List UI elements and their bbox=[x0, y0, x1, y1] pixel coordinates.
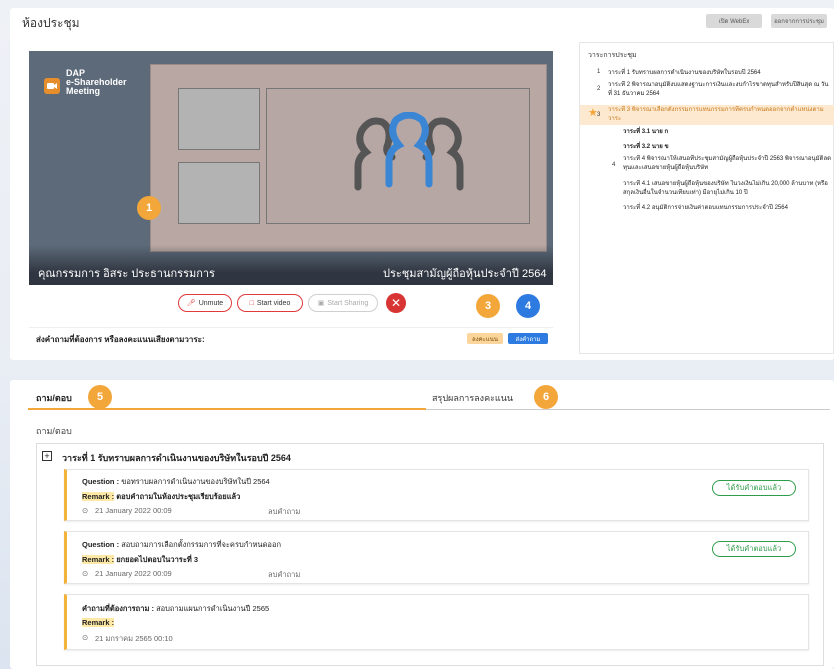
agenda-item-4[interactable]: วาระที่ 4 พิจารณาให้เสนอที่ประชุมสามัญผู… bbox=[623, 155, 831, 173]
open-webex-button[interactable]: เปิด WebEx bbox=[706, 14, 762, 28]
unmute-label: Unmute bbox=[198, 299, 224, 307]
remark-text: ตอบคำถามในห้องประชุมเรียบร้อยแล้ว bbox=[116, 492, 241, 501]
question-text: ขอทราบผลการดำเนินงานของบริษัทในปี 2564 bbox=[121, 477, 270, 486]
remark-line: Remark : ตอบคำถามในห้องประชุมเรียบร้อยแล… bbox=[82, 491, 240, 503]
section-label: ถาม/ตอบ bbox=[36, 426, 72, 436]
participant-tile bbox=[178, 162, 260, 224]
agenda-item-3-1[interactable]: วาระที่ 3.1 นาย ก bbox=[623, 128, 823, 137]
callout-badge-5: 5 bbox=[88, 385, 112, 409]
start-sharing-button[interactable]: ▣ Start Sharing bbox=[308, 294, 378, 312]
question-time: 21 January 2022 00:09 bbox=[95, 506, 172, 515]
tab-qa-underline bbox=[28, 408, 426, 410]
page-title: ห้องประชุม bbox=[22, 16, 80, 30]
remark-text: ยกยอดไปตอบในวาระที่ 3 bbox=[116, 555, 199, 564]
callout-badge-1: 1 bbox=[137, 196, 161, 220]
dap-logo-icon bbox=[44, 78, 60, 94]
remark-line: Remark : ยกยอดไปตอบในวาระที่ 3 bbox=[82, 554, 198, 566]
agenda-item-4-2[interactable]: วาระที่ 4.2 อนุมัติการจ่ายเงินค่าตอบแทนก… bbox=[623, 204, 831, 213]
share-screen-icon: ▣ bbox=[317, 300, 325, 307]
start-video-label: Start video bbox=[256, 299, 291, 307]
agenda-item-number: 3 bbox=[597, 112, 601, 118]
vote-button[interactable]: ลงคะแนน bbox=[467, 333, 503, 344]
tab-divider bbox=[426, 409, 830, 410]
question-label: คำถามที่ต้องการถาม : bbox=[82, 604, 154, 613]
unmute-button[interactable]: 🎤︎ Unmute bbox=[178, 294, 232, 312]
delete-question-link[interactable]: ลบคำถาม bbox=[268, 506, 300, 518]
question-line: Question : สอบถามการเลือกตั้งกรรมการที่จ… bbox=[82, 539, 281, 551]
clock-icon: ⊙ bbox=[82, 633, 89, 642]
callout-badge-3: 3 bbox=[476, 294, 500, 318]
start-sharing-label: Start Sharing bbox=[327, 299, 369, 307]
question-text: สอบถามแผนการดำเนินงานปี 2565 bbox=[156, 604, 270, 613]
agenda-item-4-1[interactable]: วาระที่ 4.1 เสนอขายหุ้นผู้ถือหุ้นของบริษ… bbox=[623, 180, 831, 198]
callout-badge-4: 4 bbox=[516, 294, 540, 318]
tab-qa[interactable]: ถาม/ตอบ bbox=[36, 391, 72, 405]
agenda-item-3[interactable]: วาระที่ 3 พิจารณาเลือกตั้งกรรมการแทนกรรม… bbox=[608, 106, 832, 124]
agenda-item-3-2[interactable]: วาระที่ 3.2 นาย ข bbox=[623, 143, 823, 152]
video-off-icon: □ bbox=[249, 299, 254, 307]
agenda-item-number: 2 bbox=[597, 86, 601, 92]
clock-icon: ⊙ bbox=[82, 569, 89, 578]
question-label: Question : bbox=[82, 477, 120, 486]
leave-meeting-button[interactable]: ออกจากการประชุม bbox=[771, 14, 827, 28]
mic-off-icon: 🎤︎ bbox=[186, 300, 196, 307]
speaker-caption: คุณกรรมการ อิสระ ประธานกรรมการ bbox=[38, 268, 215, 280]
remark-label: Remark : bbox=[82, 492, 115, 501]
participants-icon bbox=[344, 111, 474, 197]
question-line: Question : ขอทราบผลการดำเนินงานของบริษัท… bbox=[82, 476, 270, 488]
answered-status-badge: ได้รับคำตอบแล้ว bbox=[712, 541, 796, 557]
callout-badge-6: 6 bbox=[534, 385, 558, 409]
remark-label: Remark : bbox=[82, 618, 115, 627]
question-text: สอบถามการเลือกตั้งกรรมการที่จะครบกำหนดออ… bbox=[121, 540, 281, 549]
tab-vote-summary[interactable]: สรุปผลการลงคะแนน bbox=[432, 391, 513, 405]
agenda-title: วาระการประชุม bbox=[588, 52, 637, 59]
answered-status-badge: ได้รับคำตอบแล้ว bbox=[712, 480, 796, 496]
end-call-button[interactable]: ✕ bbox=[386, 293, 406, 313]
question-label: Question : bbox=[82, 540, 120, 549]
qa-group-title: วาระที่ 1 รับทราบผลการดำเนินงานของบริษัท… bbox=[62, 453, 291, 463]
agenda-item-number: 4 bbox=[612, 162, 616, 168]
remark-label: Remark : bbox=[82, 555, 115, 564]
delete-question-link[interactable]: ลบคำถาม bbox=[268, 569, 300, 581]
question-time: 21 มกราคม 2565 00:10 bbox=[95, 634, 173, 643]
clock-icon: ⊙ bbox=[82, 506, 89, 515]
start-video-button[interactable]: □ Start video bbox=[237, 294, 303, 312]
question-line: คำถามที่ต้องการถาม : สอบถามแผนการดำเนินง… bbox=[82, 603, 269, 615]
ask-question-button[interactable]: ส่งคำถาม bbox=[508, 333, 548, 344]
ask-vote-label: ส่งคำถามที่ต้องการ หรือลงคะแนนเสียงตามวา… bbox=[36, 335, 205, 344]
agenda-item-1[interactable]: วาระที่ 1 รับทราบผลการดำเนินงานของบริษัท… bbox=[608, 69, 828, 78]
remark-line: Remark : bbox=[82, 618, 115, 627]
expand-icon[interactable]: + bbox=[42, 451, 52, 461]
agenda-item-number: 1 bbox=[597, 69, 601, 75]
question-time: 21 January 2022 00:09 bbox=[95, 569, 172, 578]
participant-tile bbox=[178, 88, 260, 150]
meeting-caption: ประชุมสามัญผู้ถือหุ้นประจำปี 2564 bbox=[383, 268, 547, 280]
agenda-item-2[interactable]: วาระที่ 2 พิจารณาอนุมัติงบแสดงฐานะการเงิ… bbox=[608, 81, 830, 99]
